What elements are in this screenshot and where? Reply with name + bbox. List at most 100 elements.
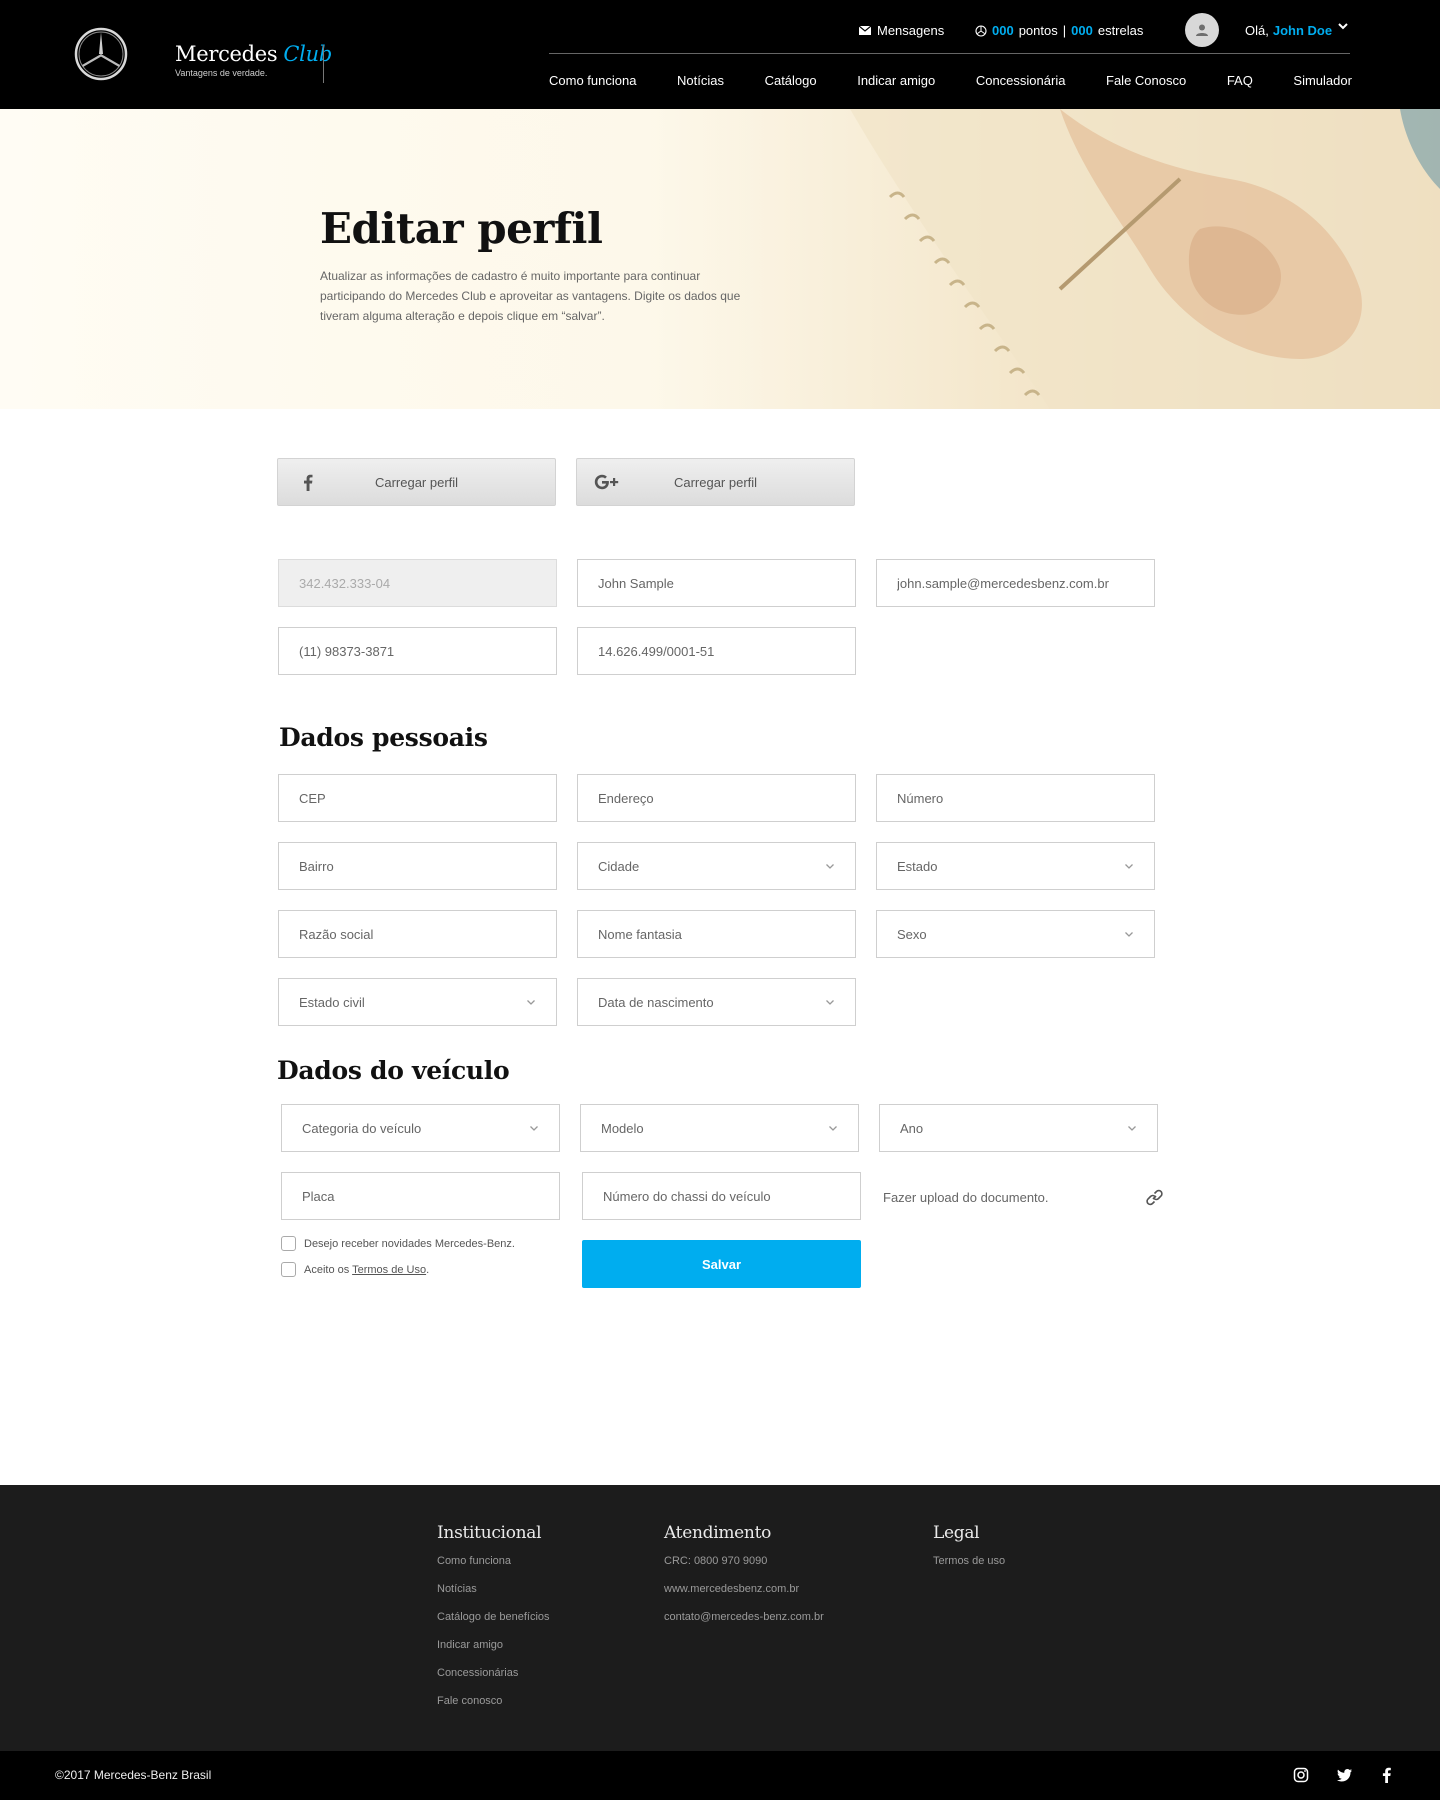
footer-institucional-title: Institucional bbox=[437, 1523, 542, 1543]
numero-placeholder: Número bbox=[897, 790, 944, 806]
chevron-down-icon bbox=[826, 1000, 834, 1005]
chevron-down-icon bbox=[1125, 864, 1133, 869]
nav-catalogo[interactable]: Catálogo bbox=[765, 73, 817, 88]
chassi-field[interactable]: Número do chassi do veículo bbox=[582, 1172, 861, 1220]
google-load-button[interactable]: Carregar perfil bbox=[576, 458, 855, 506]
nav-concessionaria[interactable]: Concessionária bbox=[976, 73, 1066, 88]
page-description: Atualizar as informações de cadastro é m… bbox=[320, 269, 741, 323]
document-upload[interactable]: Fazer upload do documento. bbox=[883, 1185, 1163, 1209]
placa-placeholder: Placa bbox=[302, 1188, 335, 1204]
terms-checkbox[interactable] bbox=[281, 1262, 296, 1277]
numero-field[interactable]: Número bbox=[876, 774, 1155, 822]
save-button[interactable]: Salvar bbox=[582, 1240, 861, 1288]
google-plus-icon bbox=[594, 474, 619, 490]
terms-suffix: . bbox=[426, 1263, 430, 1276]
facebook-load-label: Carregar perfil bbox=[374, 474, 459, 490]
razao-social-field[interactable]: Razão social bbox=[278, 910, 557, 958]
chassi-placeholder: Número do chassi do veículo bbox=[603, 1188, 771, 1204]
chevron-down-icon bbox=[530, 1126, 538, 1131]
envelope-icon bbox=[859, 26, 871, 35]
top-bar: Mensagens 000 pontos | 000 estrelas Olá,… bbox=[0, 0, 1440, 54]
phone-field[interactable]: (11) 98373-3871 bbox=[278, 627, 557, 675]
footer-link-concessionarias[interactable]: Concessionárias bbox=[437, 1665, 550, 1693]
footer-link-fale-conosco[interactable]: Fale conosco bbox=[437, 1693, 550, 1721]
footer-link-indicar-amigo[interactable]: Indicar amigo bbox=[437, 1637, 550, 1665]
bairro-field[interactable]: Bairro bbox=[278, 842, 557, 890]
user-greeting[interactable]: Olá, John Doe bbox=[1245, 23, 1332, 38]
footer-legal-title: Legal bbox=[933, 1523, 980, 1543]
main-nav: Como funciona Notícias Catálogo Indicar … bbox=[549, 73, 1352, 88]
twitter-icon[interactable] bbox=[1337, 1767, 1353, 1783]
footer-link-como-funciona[interactable]: Como funciona bbox=[437, 1553, 550, 1581]
terms-link[interactable]: Termos de Uso bbox=[352, 1264, 426, 1276]
page-title: Editar perfil bbox=[320, 204, 603, 253]
ano-placeholder: Ano bbox=[900, 1120, 924, 1136]
points-separator: | bbox=[1062, 23, 1067, 38]
sexo-select[interactable]: Sexo bbox=[876, 910, 1155, 958]
cpf-field[interactable]: 342.432.333-04 bbox=[278, 559, 557, 607]
footer-link-catalogo[interactable]: Catálogo de benefícios bbox=[437, 1609, 550, 1637]
stars-value: 000 bbox=[1071, 23, 1093, 38]
name-value: John Sample bbox=[598, 575, 674, 591]
chevron-down-icon[interactable] bbox=[1337, 20, 1349, 32]
data-nascimento-placeholder: Data de nascimento bbox=[598, 994, 714, 1010]
data-nascimento-select[interactable]: Data de nascimento bbox=[577, 978, 856, 1026]
footer-atendimento-title: Atendimento bbox=[664, 1523, 772, 1543]
estado-civil-select[interactable]: Estado civil bbox=[278, 978, 557, 1026]
messages-link[interactable]: Mensagens bbox=[859, 23, 944, 38]
categoria-select[interactable]: Categoria do veículo bbox=[281, 1104, 560, 1152]
nav-como-funciona[interactable]: Como funciona bbox=[549, 73, 636, 88]
vehicle-section-title: Dados do veículo bbox=[277, 1056, 510, 1085]
terms-prefix: Aceito os bbox=[304, 1263, 350, 1276]
email-field[interactable]: john.sample@mercedesbenz.com.br bbox=[876, 559, 1155, 607]
ano-select[interactable]: Ano bbox=[879, 1104, 1158, 1152]
nav-fale-conosco[interactable]: Fale Conosco bbox=[1106, 73, 1186, 88]
link-icon[interactable] bbox=[1146, 1189, 1163, 1206]
footer-email-link[interactable]: contato@mercedes-benz.com.br bbox=[664, 1609, 824, 1637]
cep-field[interactable]: CEP bbox=[278, 774, 557, 822]
estado-civil-placeholder: Estado civil bbox=[299, 994, 365, 1010]
modelo-select[interactable]: Modelo bbox=[580, 1104, 859, 1152]
endereco-field[interactable]: Endereço bbox=[577, 774, 856, 822]
instagram-icon[interactable] bbox=[1293, 1767, 1309, 1783]
footer-atendimento: Atendimento CRC: 0800 970 9090 www.merce… bbox=[664, 1523, 824, 1637]
avatar[interactable] bbox=[1185, 13, 1219, 47]
chevron-down-icon bbox=[1128, 1126, 1136, 1131]
greeting-label: Olá, bbox=[1245, 23, 1269, 38]
bairro-placeholder: Bairro bbox=[299, 858, 334, 874]
footer-link-termos[interactable]: Termos de uso bbox=[933, 1553, 1005, 1581]
estado-select[interactable]: Estado bbox=[876, 842, 1155, 890]
facebook-load-button[interactable]: Carregar perfil bbox=[277, 458, 556, 506]
chevron-down-icon bbox=[826, 864, 834, 869]
modelo-placeholder: Modelo bbox=[601, 1120, 644, 1136]
newsletter-checkbox[interactable] bbox=[281, 1236, 296, 1251]
footer-link-noticias[interactable]: Notícias bbox=[437, 1581, 550, 1609]
footer-legal: Legal Termos de uso bbox=[933, 1523, 1005, 1581]
cidade-select[interactable]: Cidade bbox=[577, 842, 856, 890]
placa-field[interactable]: Placa bbox=[281, 1172, 560, 1220]
nav-faq[interactable]: FAQ bbox=[1227, 73, 1253, 88]
points-value: 000 bbox=[992, 23, 1014, 38]
name-field[interactable]: John Sample bbox=[577, 559, 856, 607]
cep-placeholder: CEP bbox=[299, 790, 326, 806]
nav-indicar-amigo[interactable]: Indicar amigo bbox=[857, 73, 935, 88]
footer-crc: CRC: 0800 970 9090 bbox=[664, 1555, 768, 1567]
facebook-icon[interactable] bbox=[1379, 1767, 1395, 1783]
nome-fantasia-field[interactable]: Nome fantasia bbox=[577, 910, 856, 958]
nav-simulador[interactable]: Simulador bbox=[1293, 73, 1352, 88]
sexo-placeholder: Sexo bbox=[897, 926, 927, 942]
site-header: Mercedes Club Vantagens de verdade. Mensa… bbox=[0, 0, 1440, 109]
categoria-placeholder: Categoria do veículo bbox=[302, 1120, 422, 1136]
cnpj-field[interactable]: 14.626.499/0001-51 bbox=[577, 627, 856, 675]
user-icon bbox=[1196, 24, 1208, 36]
points-summary: 000 pontos | 000 estrelas bbox=[975, 23, 1143, 38]
newsletter-consent[interactable]: Desejo receber novidades Mercedes-Benz. bbox=[281, 1236, 515, 1251]
newsletter-label: Desejo receber novidades Mercedes-Benz. bbox=[304, 1237, 515, 1250]
nav-noticias[interactable]: Notícias bbox=[677, 73, 724, 88]
terms-consent[interactable]: Aceito os Termos de Uso. bbox=[281, 1262, 429, 1277]
copyright: ©2017 Mercedes-Benz Brasil bbox=[55, 1768, 212, 1782]
footer-website-link[interactable]: www.mercedesbenz.com.br bbox=[664, 1581, 824, 1609]
points-label: pontos bbox=[1018, 23, 1058, 38]
cnpj-value: 14.626.499/0001-51 bbox=[598, 643, 715, 659]
hero-banner: Editar perfil Atualizar as informações d… bbox=[0, 109, 1440, 409]
